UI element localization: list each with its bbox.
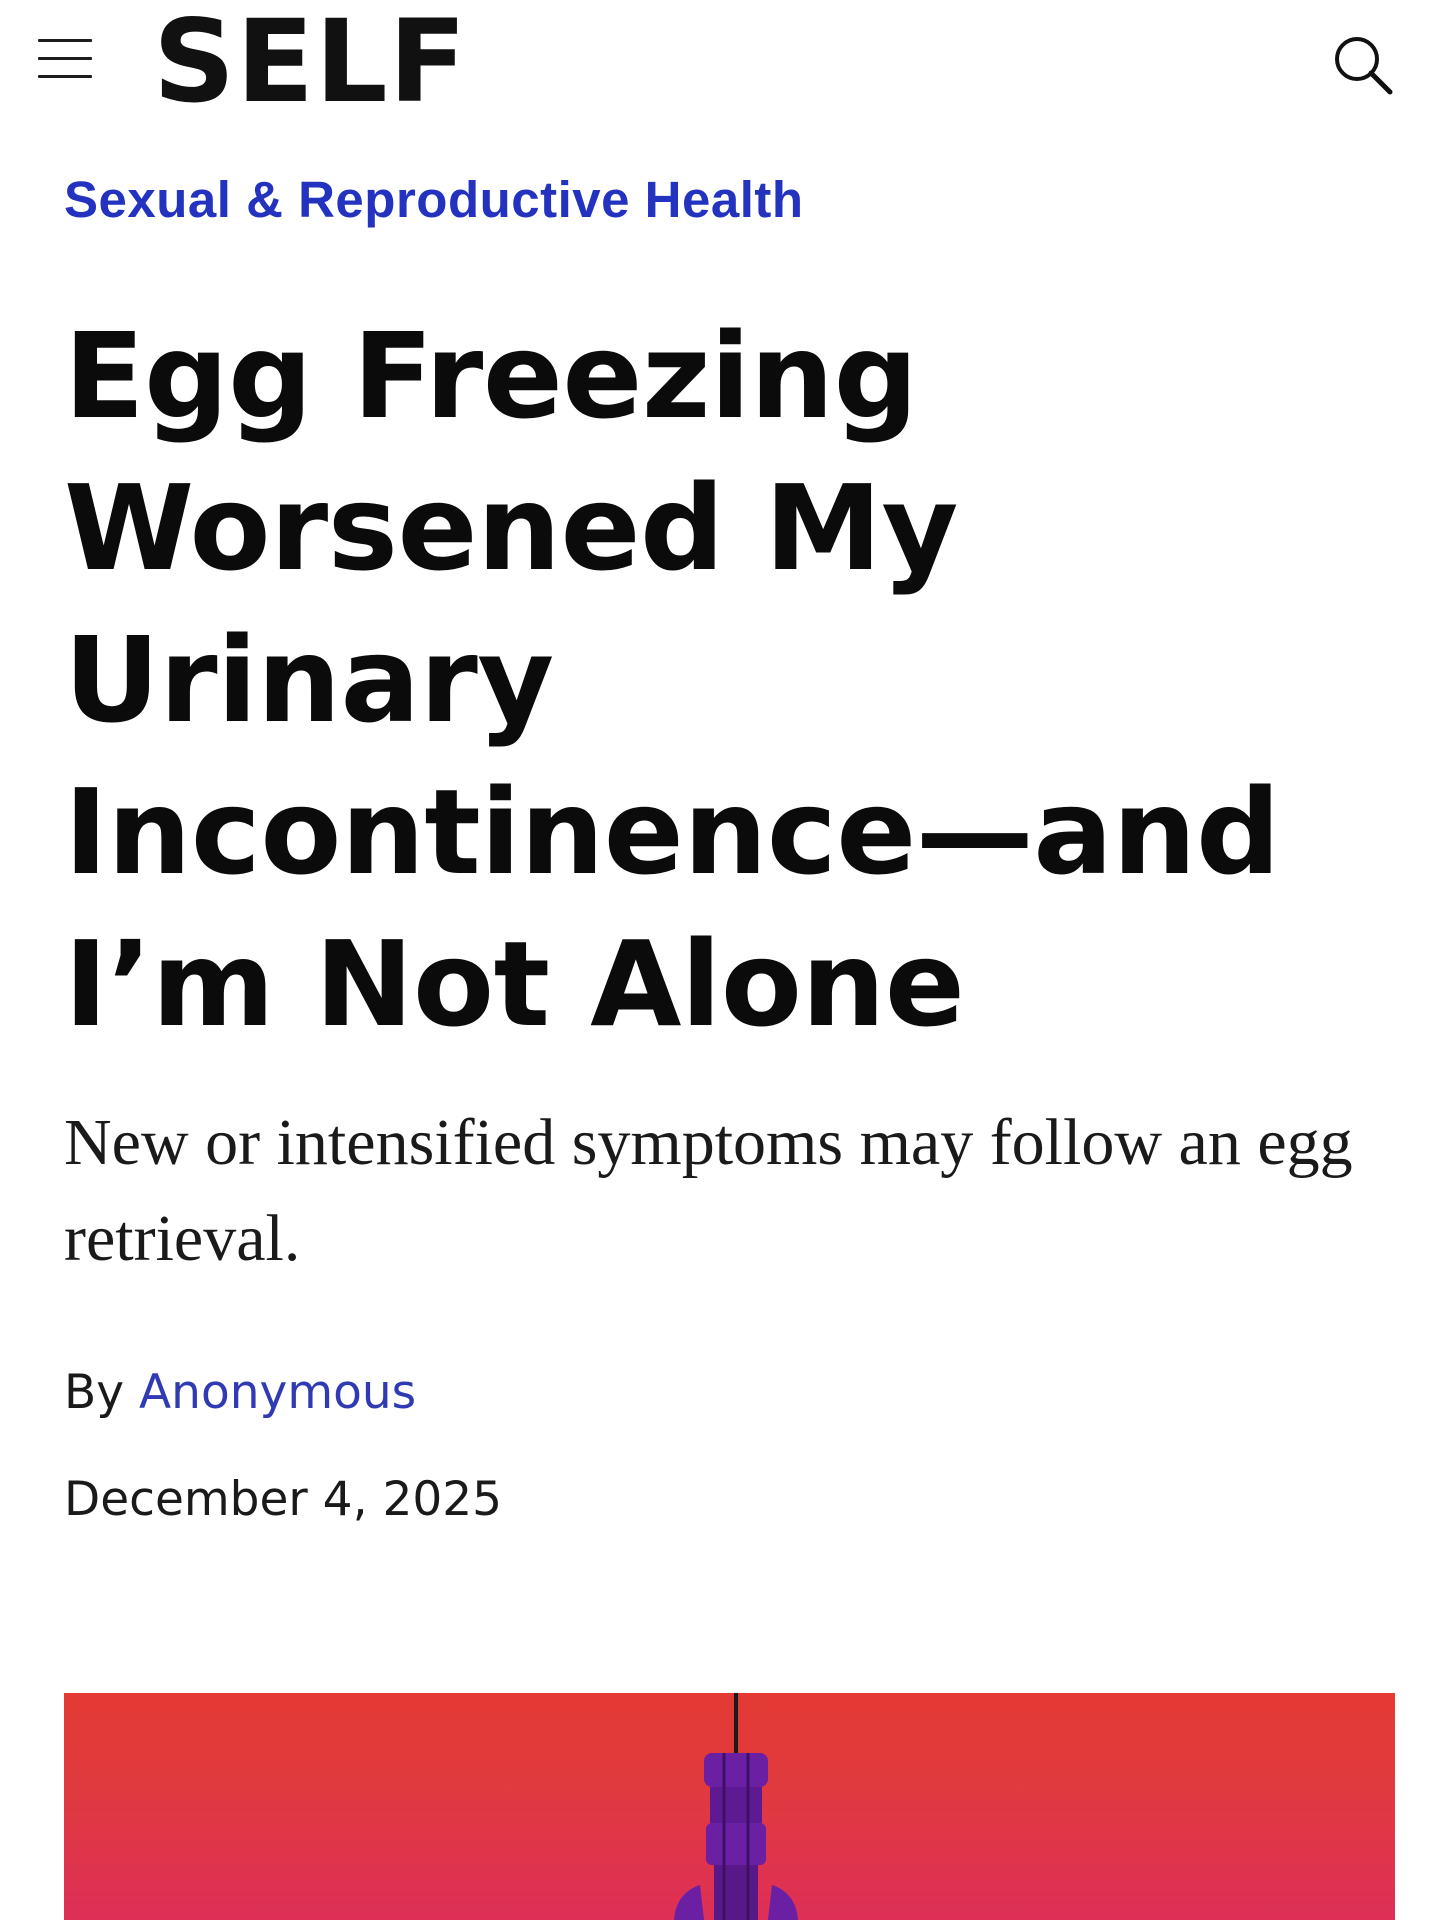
menu-line (38, 39, 92, 42)
article-dek: New or intensified symptoms may follow a… (64, 1106, 1353, 1275)
headline-line: Incontinence—and (64, 763, 1280, 901)
hamburger-menu-button[interactable] (36, 36, 94, 84)
pendant-lamp-illustration (674, 1693, 798, 1920)
category-link[interactable]: Sexual & Reproductive Health (64, 170, 804, 229)
headline-line: Worsened My (64, 459, 958, 597)
search-icon (1335, 37, 1393, 95)
search-button[interactable] (1328, 30, 1398, 100)
site-logo[interactable]: SELF (153, 2, 468, 122)
menu-line (38, 57, 92, 60)
author-link[interactable]: Anonymous (139, 1365, 416, 1420)
hero-image (64, 1693, 1395, 1920)
publish-date: December 4, 2025 (64, 1472, 503, 1527)
menu-line (38, 75, 92, 78)
headline-line: Urinary (64, 611, 554, 749)
site-header: SELF (0, 0, 1440, 125)
byline: By Anonymous (64, 1365, 416, 1420)
article-headline: Egg Freezing Worsened My Urinary Inconti… (64, 300, 1404, 1060)
headline-line: Egg Freezing (64, 307, 918, 445)
byline-prefix: By (64, 1365, 125, 1420)
headline-line: I’m Not Alone (64, 915, 965, 1053)
